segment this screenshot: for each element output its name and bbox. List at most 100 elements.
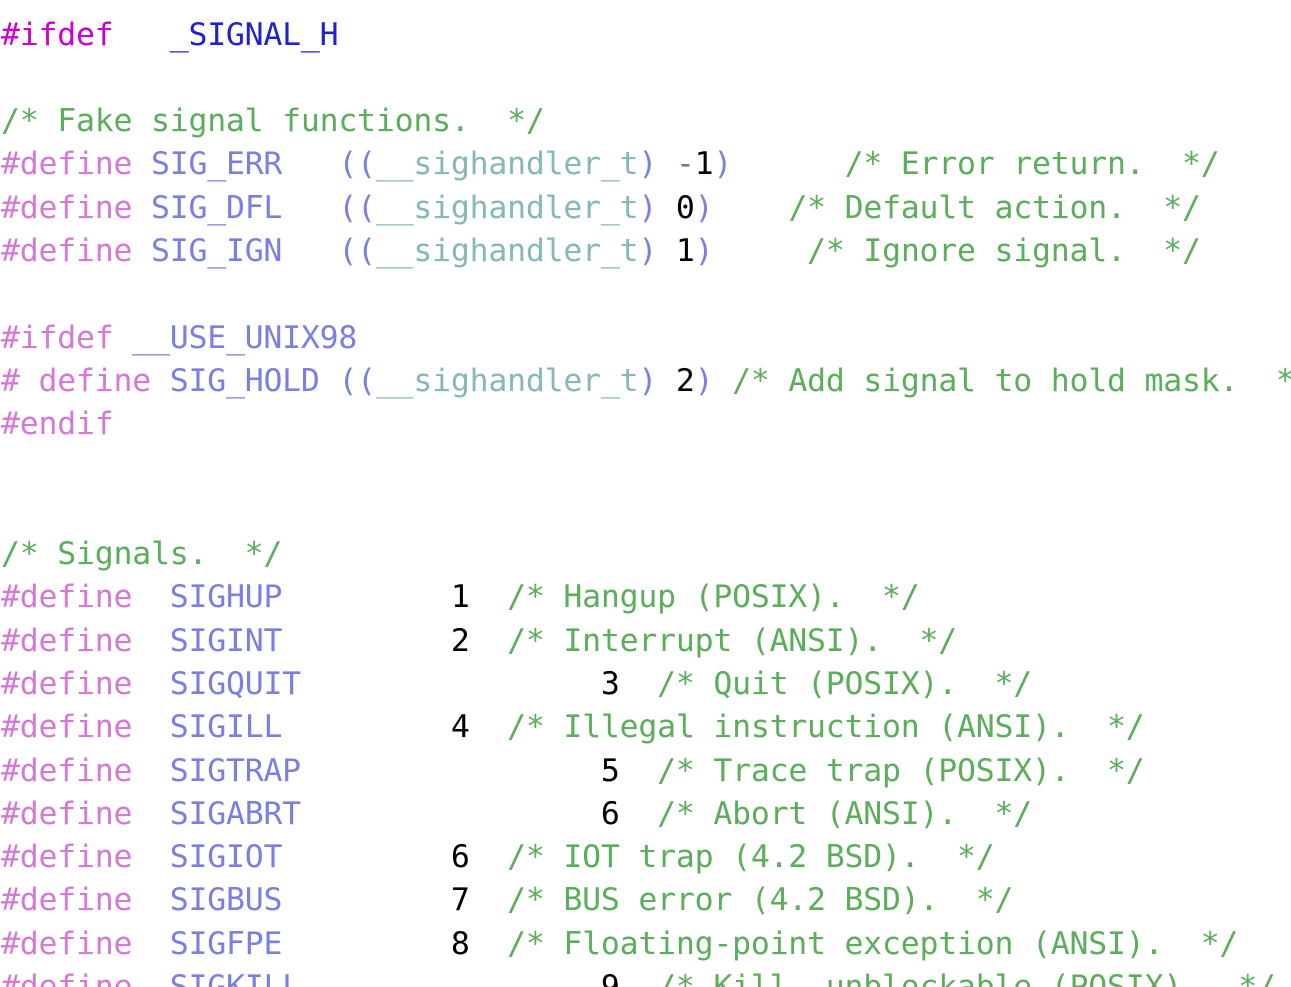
code-token-blank bbox=[132, 709, 170, 745]
code-line[interactable] bbox=[0, 273, 1291, 316]
code-token-pp: #define bbox=[1, 665, 133, 702]
code-token-num: 3 bbox=[600, 665, 620, 702]
code-token-id: SIG_IGN bbox=[150, 232, 283, 269]
code-token-blank bbox=[132, 146, 151, 182]
code-token-id: SIGABRT bbox=[169, 795, 301, 832]
code-line[interactable]: /* Signals. */ bbox=[0, 533, 1291, 576]
code-line[interactable]: # define SIG_HOLD ((__sighandler_t) 2) /… bbox=[0, 360, 1291, 403]
code-line[interactable]: #define SIGINT 2 /* Interrupt (ANSI). */ bbox=[0, 620, 1291, 663]
code-token-cmt: /* Fake signal functions. */ bbox=[1, 103, 545, 140]
code-token-punc: ) bbox=[694, 189, 714, 226]
code-token-cmt: /* IOT trap (4.2 BSD). */ bbox=[507, 839, 995, 876]
code-line[interactable]: #define SIG_IGN ((__sighandler_t) 1) /* … bbox=[0, 230, 1291, 273]
code-token-blank bbox=[301, 753, 601, 789]
code-token-blank bbox=[713, 233, 807, 269]
code-token-blank bbox=[151, 363, 170, 399]
code-token-num: 6 bbox=[450, 839, 470, 876]
code-token-blank bbox=[113, 17, 169, 53]
code-token-blank bbox=[320, 363, 339, 399]
code-token-id: SIGILL bbox=[169, 709, 283, 746]
code-line[interactable]: #define SIGBUS 7 /* BUS error (4.2 BSD).… bbox=[0, 879, 1291, 922]
code-token-blank bbox=[470, 579, 508, 615]
code-token-blank bbox=[732, 146, 844, 182]
code-token-num: 8 bbox=[450, 925, 470, 962]
code-token-num: 5 bbox=[600, 752, 620, 789]
code-token-id: SIG_ERR bbox=[150, 146, 283, 183]
code-token-blank bbox=[132, 882, 170, 918]
code-line[interactable]: #define SIGFPE 8 /* Floating-point excep… bbox=[0, 923, 1291, 966]
code-token-blank bbox=[282, 839, 451, 875]
code-token-num: 6 bbox=[600, 795, 620, 832]
code-line[interactable]: #define SIGQUIT 3 /* Quit (POSIX). */ bbox=[0, 663, 1291, 706]
code-token-punc: ) bbox=[638, 232, 658, 269]
code-token-punc: ) bbox=[694, 232, 714, 269]
code-token-blank bbox=[713, 363, 732, 399]
code-line[interactable]: #define SIGTRAP 5 /* Trace trap (POSIX).… bbox=[0, 750, 1291, 793]
code-token-blank bbox=[620, 796, 658, 832]
code-token-cmt: /* Trace trap (POSIX). */ bbox=[657, 752, 1145, 789]
code-line[interactable] bbox=[0, 57, 1291, 100]
code-token-pp: #endif bbox=[1, 406, 114, 443]
code-token-id: __USE_UNIX98 bbox=[132, 319, 358, 356]
code-token-id: SIGKILL bbox=[170, 969, 301, 987]
code-token-punc: ) bbox=[638, 146, 658, 183]
code-token-id: SIG_DFL bbox=[150, 189, 283, 226]
code-token-blank bbox=[713, 190, 788, 226]
code-token-blank bbox=[620, 969, 658, 987]
code-line[interactable]: #define SIG_DFL ((__sighandler_t) 0) /* … bbox=[0, 187, 1291, 230]
code-line[interactable] bbox=[0, 446, 1291, 489]
code-token-blank bbox=[282, 882, 451, 918]
code-line[interactable]: #define SIGKILL 9 /* Kill, unblockable (… bbox=[0, 966, 1291, 987]
code-token-cmt: /* Add signal to hold mask. */ bbox=[732, 362, 1291, 399]
code-viewer[interactable]: #ifdef _SIGNAL_H /* Fake signal function… bbox=[0, 0, 1291, 987]
code-token-pp: #define bbox=[1, 622, 133, 659]
code-token-type: __sighandler_t bbox=[375, 146, 639, 183]
code-token-blank bbox=[282, 579, 451, 615]
code-token-blank bbox=[301, 969, 601, 987]
code-token-blank bbox=[620, 753, 658, 789]
code-token-pp: #define bbox=[1, 839, 133, 876]
code-line[interactable]: #define SIG_ERR ((__sighandler_t) -1) /*… bbox=[0, 143, 1291, 186]
code-line[interactable]: #define SIGILL 4 /* Illegal instruction … bbox=[0, 706, 1291, 749]
code-token-cmt: /* Signals. */ bbox=[1, 536, 283, 573]
code-line[interactable]: #define SIGABRT 6 /* Abort (ANSI). */ bbox=[0, 793, 1291, 836]
code-token-pp-hi: #ifdef bbox=[1, 16, 114, 53]
code-token-id-hi: _SIGNAL_H bbox=[169, 16, 339, 53]
code-token-punc: (( bbox=[338, 232, 376, 269]
code-token-num: 1 bbox=[694, 146, 714, 183]
code-token-cmt: /* Error return. */ bbox=[844, 146, 1220, 183]
code-token-punc: ) bbox=[638, 362, 658, 399]
code-token-num: 4 bbox=[450, 709, 470, 746]
code-token-num: 2 bbox=[675, 362, 695, 399]
code-token-num: 1 bbox=[675, 232, 695, 269]
code-token-blank bbox=[132, 623, 170, 659]
code-token-id: SIGINT bbox=[169, 622, 283, 659]
code-token-cmt: /* Kill, unblockable (POSIX). */ bbox=[657, 969, 1276, 987]
code-token-cmt: /* Floating-point exception (ANSI). */ bbox=[507, 925, 1239, 962]
code-line[interactable]: #endif bbox=[0, 403, 1291, 446]
code-token-blank bbox=[470, 926, 508, 962]
code-token-blank bbox=[282, 233, 338, 269]
code-line[interactable] bbox=[0, 490, 1291, 533]
code-token-blank bbox=[657, 363, 676, 399]
code-token-id: SIGTRAP bbox=[169, 752, 301, 789]
code-token-blank bbox=[470, 839, 508, 875]
code-token-type: __sighandler_t bbox=[375, 232, 639, 269]
code-token-blank bbox=[620, 666, 658, 702]
code-line[interactable]: /* Fake signal functions. */ bbox=[0, 100, 1291, 143]
code-token-pp: #define bbox=[1, 579, 133, 616]
code-line[interactable]: #define SIGHUP 1 /* Hangup (POSIX). */ bbox=[0, 576, 1291, 619]
code-token-pp: #define bbox=[1, 232, 133, 269]
code-token-pp: #define bbox=[1, 189, 133, 226]
code-line[interactable]: #define SIGIOT 6 /* IOT trap (4.2 BSD). … bbox=[0, 836, 1291, 879]
code-text-area[interactable]: #ifdef _SIGNAL_H /* Fake signal function… bbox=[0, 14, 1291, 987]
code-token-blank bbox=[470, 623, 508, 659]
code-line[interactable]: #ifdef __USE_UNIX98 bbox=[0, 317, 1291, 360]
code-line[interactable]: #ifdef _SIGNAL_H bbox=[0, 14, 1291, 57]
code-token-blank bbox=[132, 666, 170, 702]
code-token-pp: #define bbox=[1, 969, 132, 987]
code-token-id: SIGBUS bbox=[169, 882, 283, 919]
code-token-num: 9 bbox=[601, 969, 620, 987]
code-token-pp: #define bbox=[1, 795, 133, 832]
code-token-blank bbox=[132, 969, 170, 987]
